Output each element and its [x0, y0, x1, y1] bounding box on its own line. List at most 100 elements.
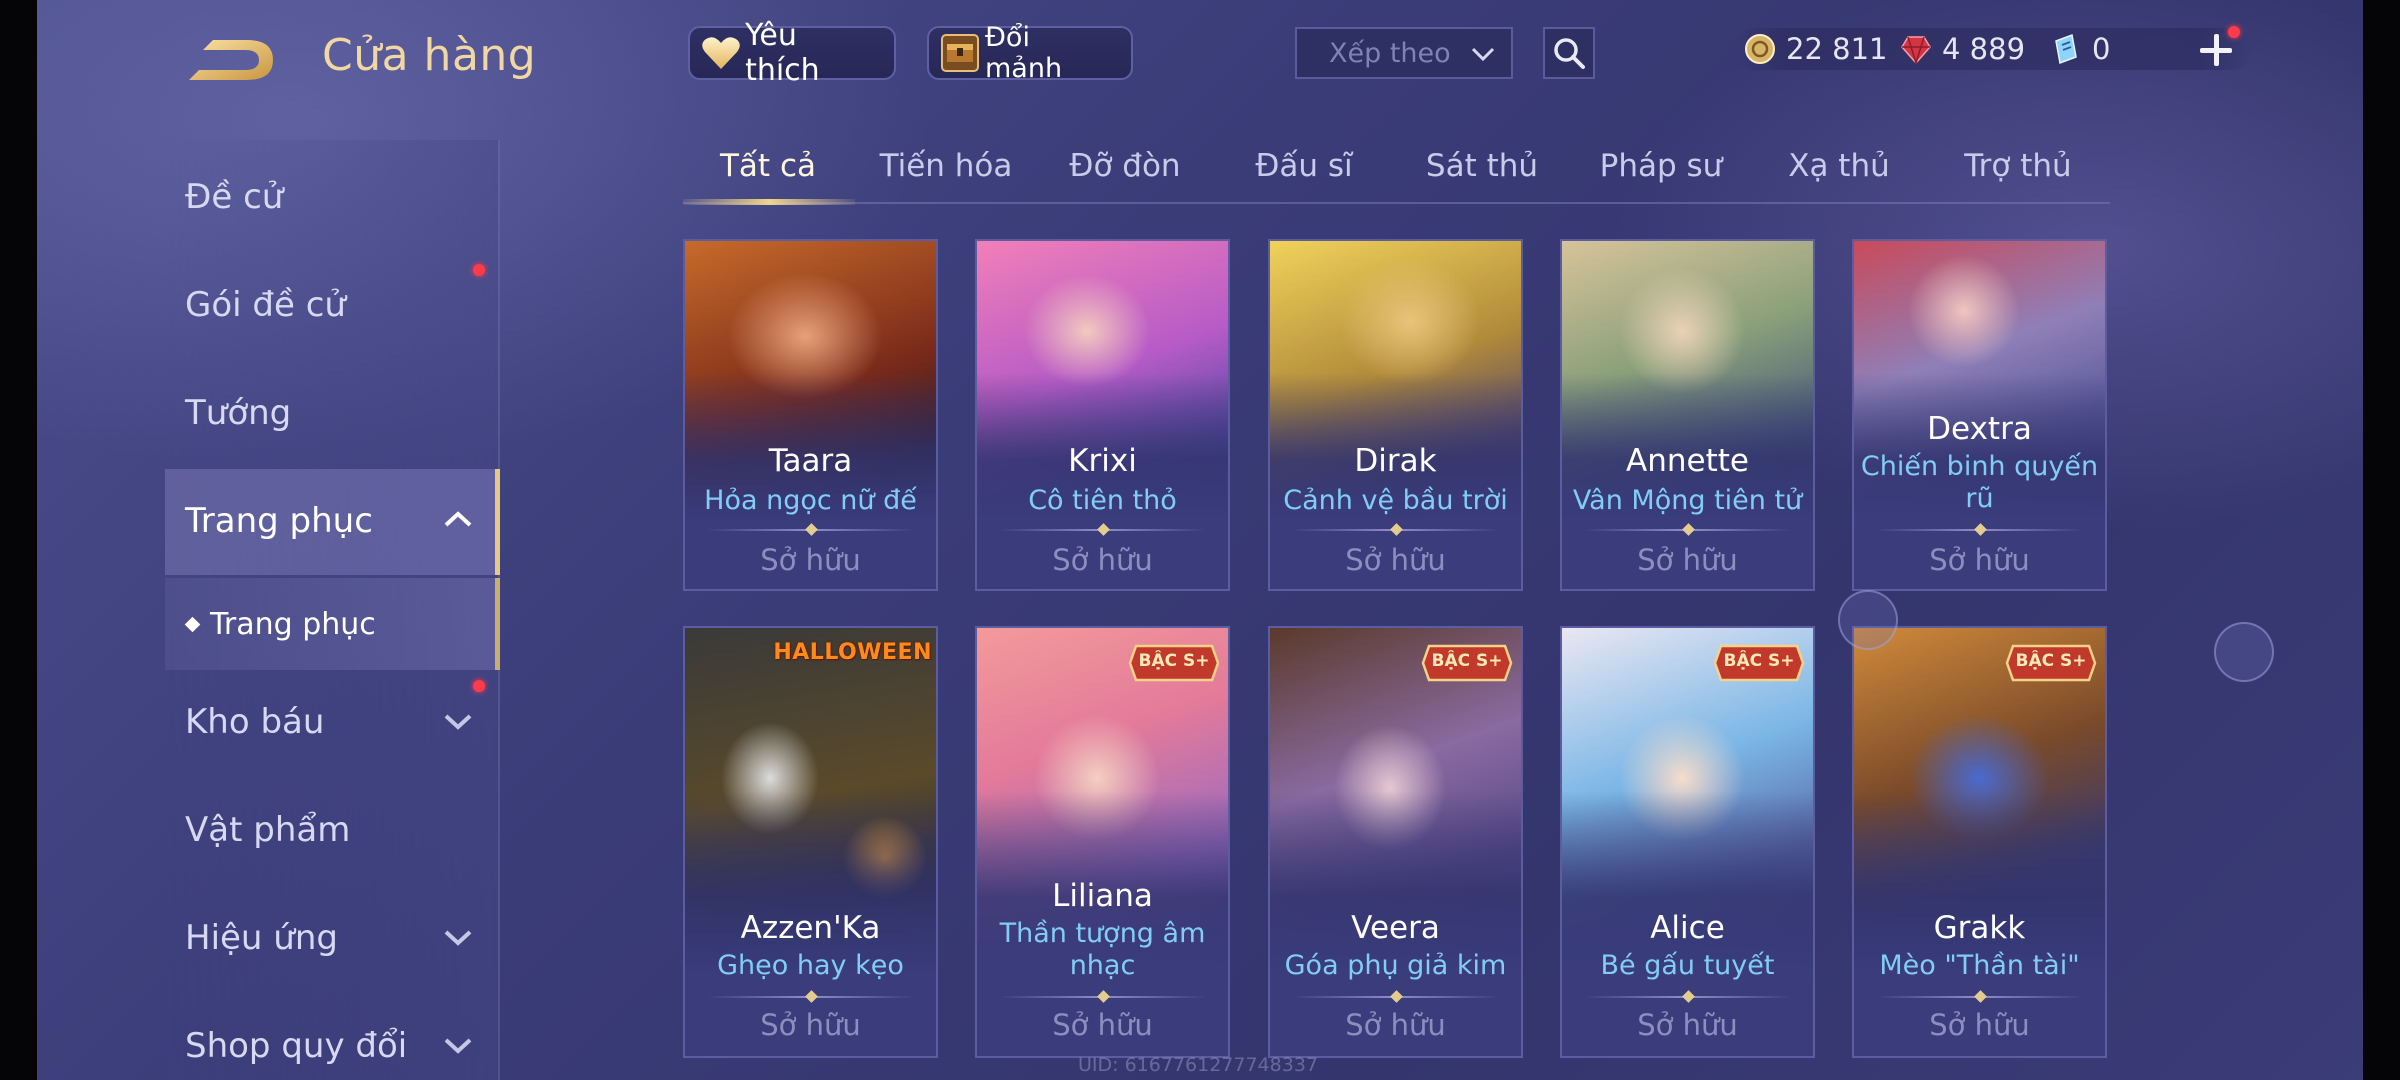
sidebar-item-label: Trang phục — [185, 501, 373, 541]
halloween-tag: HALLOWEEN — [773, 640, 932, 665]
heart-icon — [700, 32, 741, 74]
owned-status: Sở hữu — [1052, 1008, 1153, 1042]
tab-mage[interactable]: Pháp sư — [1576, 148, 1746, 202]
shop-screen: Cửa hàng Yêu thích Đổi mảnh Xếp theo 22 … — [0, 0, 2400, 1080]
fragment-exchange-button[interactable]: Đổi mảnh — [927, 22, 1133, 84]
voucher-icon — [2050, 33, 2082, 65]
owned-status: Sở hữu — [1637, 543, 1738, 577]
tier-badge: BẬC S+ — [1713, 644, 1805, 682]
owned-status: Sở hữu — [1929, 1008, 2030, 1042]
owned-status: Sở hữu — [1929, 543, 2030, 577]
floating-diamond-icon — [1838, 590, 1898, 650]
sidebar-item-label: Tướng — [185, 393, 292, 433]
favorites-button[interactable]: Yêu thích — [688, 18, 896, 88]
gold-amount: 22 811 — [1786, 32, 1888, 66]
hero-name: Liliana — [1052, 878, 1153, 914]
skin-name: Chiến binh quyến rũ — [1860, 451, 2099, 514]
hero-name: Veera — [1351, 910, 1440, 946]
skin-card-liliana[interactable]: BẬC S+ Liliana Thần tượng âm nhạc Sở hữu — [975, 626, 1230, 1058]
voucher-balance: 0 — [2050, 28, 2110, 70]
owned-status: Sở hữu — [1345, 543, 1446, 577]
gold-coin-icon — [1744, 33, 1776, 65]
hero-name: Azzen'Ka — [740, 910, 881, 946]
notification-dot — [473, 264, 485, 276]
hero-name: Dextra — [1927, 411, 2032, 447]
role-tabs: Tất cả Tiến hóa Đỡ đòn Đấu sĩ Sát thủ Ph… — [683, 140, 2110, 204]
back-arrow-icon — [189, 40, 273, 80]
hero-name: Grakk — [1933, 910, 2026, 946]
skin-card-dirak[interactable]: Dirak Cảnh vệ bầu trời Sở hữu — [1268, 239, 1523, 591]
owned-status: Sở hữu — [1345, 1008, 1446, 1042]
sidebar-item-skins[interactable]: Trang phục — [165, 469, 500, 575]
letterbox-right — [2363, 0, 2400, 1080]
ruby-gem-icon — [1900, 33, 1932, 65]
sidebar-item-label: Hiệu ứng — [185, 918, 338, 958]
ruby-amount: 4 889 — [1942, 32, 2026, 66]
ruby-balance: 4 889 — [1900, 28, 2025, 70]
skin-name: Vân Mộng tiên tử — [1572, 485, 1803, 516]
tab-tank[interactable]: Đỡ đòn — [1040, 148, 1210, 202]
fragment-exchange-label: Đổi mảnh — [985, 22, 1063, 84]
skin-name: Bé gấu tuyết — [1600, 950, 1775, 981]
gold-balance: 22 811 — [1744, 28, 1887, 70]
tier-badge: BẬC S+ — [1128, 644, 1220, 682]
hero-name: Krixi — [1068, 443, 1137, 479]
hero-name: Alice — [1650, 910, 1725, 946]
sidebar-item-label: Đề cử — [185, 177, 284, 217]
page-title: Cửa hàng — [322, 30, 537, 81]
tier-badge-text: BẬC S+ — [1431, 651, 1503, 671]
tier-badge-text: BẬC S+ — [1138, 651, 1210, 671]
skin-card-annette[interactable]: Annette Vân Mộng tiên tử Sở hữu — [1560, 239, 1815, 591]
sidebar-item-heroes[interactable]: Tướng — [165, 361, 500, 467]
sidebar-item-recommended[interactable]: Đề cử — [165, 145, 500, 251]
skin-card-grakk[interactable]: BẬC S+ Grakk Mèo "Thần tài" Sở hữu — [1852, 626, 2107, 1058]
tier-badge-text: BẬC S+ — [1723, 651, 1795, 671]
sidebar-item-label: Kho báu — [185, 702, 325, 742]
sidebar-item-label: Shop quy đổi — [185, 1026, 408, 1066]
chevron-down-icon — [444, 930, 472, 946]
skin-card-dextra[interactable]: Dextra Chiến binh quyến rũ Sở hữu — [1852, 239, 2107, 591]
floating-diamond-icon — [2214, 622, 2274, 682]
sort-dropdown[interactable]: Xếp theo — [1295, 27, 1513, 79]
letterbox-left — [0, 0, 37, 1080]
sidebar-item-treasure[interactable]: Kho báu — [165, 670, 500, 776]
favorites-label: Yêu thích — [745, 18, 820, 88]
sidebar-item-recommended-packs[interactable]: Gói đề cử — [165, 253, 500, 359]
skin-card-alice[interactable]: BẬC S+ Alice Bé gấu tuyết Sở hữu — [1560, 626, 1815, 1058]
hero-name: Annette — [1626, 443, 1749, 479]
owned-status: Sở hữu — [1637, 1008, 1738, 1042]
chevron-down-icon — [444, 1038, 472, 1054]
chest-icon — [939, 32, 981, 74]
skin-name: Thần tượng âm nhạc — [999, 918, 1206, 981]
search-button[interactable] — [1543, 27, 1595, 79]
skin-card-krixi[interactable]: Krixi Cô tiên thỏ Sở hữu — [975, 239, 1230, 591]
skin-name: Cảnh vệ bầu trời — [1283, 485, 1508, 516]
tab-assassin[interactable]: Sát thủ — [1397, 148, 1567, 202]
tab-evolution[interactable]: Tiến hóa — [861, 148, 1031, 202]
sidebar-item-label: Gói đề cử — [185, 285, 346, 325]
sidebar-item-items[interactable]: Vật phẩm — [165, 778, 500, 884]
tier-badge-text: BẬC S+ — [2015, 651, 2087, 671]
back-button[interactable] — [185, 32, 280, 90]
sidebar: Đề cử Gói đề cử Tướng Trang phục Trang p… — [165, 140, 500, 1080]
search-icon — [1554, 38, 1585, 69]
hero-name: Taara — [768, 443, 853, 479]
tab-support[interactable]: Trợ thủ — [1933, 148, 2103, 202]
tab-all[interactable]: Tất cả — [683, 148, 853, 202]
notification-dot — [2228, 26, 2240, 38]
user-id: UID: 6167761277748337 — [1078, 1054, 1318, 1076]
sidebar-item-exchange-shop[interactable]: Shop quy đổi — [165, 994, 500, 1080]
tab-marksman[interactable]: Xạ thủ — [1754, 148, 1924, 202]
skin-name: Cô tiên thỏ — [1028, 485, 1177, 516]
tab-fighter[interactable]: Đấu sĩ — [1219, 148, 1389, 202]
sidebar-subitem-skins[interactable]: Trang phục — [165, 578, 500, 670]
hero-name: Dirak — [1354, 443, 1437, 479]
skin-card-azzenka[interactable]: HALLOWEEN Azzen'Ka Ghẹo hay kẹo Sở hữu — [683, 626, 938, 1058]
tier-badge: BẬC S+ — [1421, 644, 1513, 682]
skin-name: Mèo "Thần tài" — [1879, 950, 2080, 981]
skin-card-taara[interactable]: Taara Hỏa ngọc nữ đế Sở hữu — [683, 239, 938, 591]
bullet-diamond-icon — [184, 616, 201, 633]
sidebar-item-effects[interactable]: Hiệu ứng — [165, 886, 500, 992]
skin-name: Ghẹo hay kẹo — [717, 950, 904, 981]
skin-card-veera[interactable]: BẬC S+ Veera Góa phụ giả kim Sở hữu — [1268, 626, 1523, 1058]
